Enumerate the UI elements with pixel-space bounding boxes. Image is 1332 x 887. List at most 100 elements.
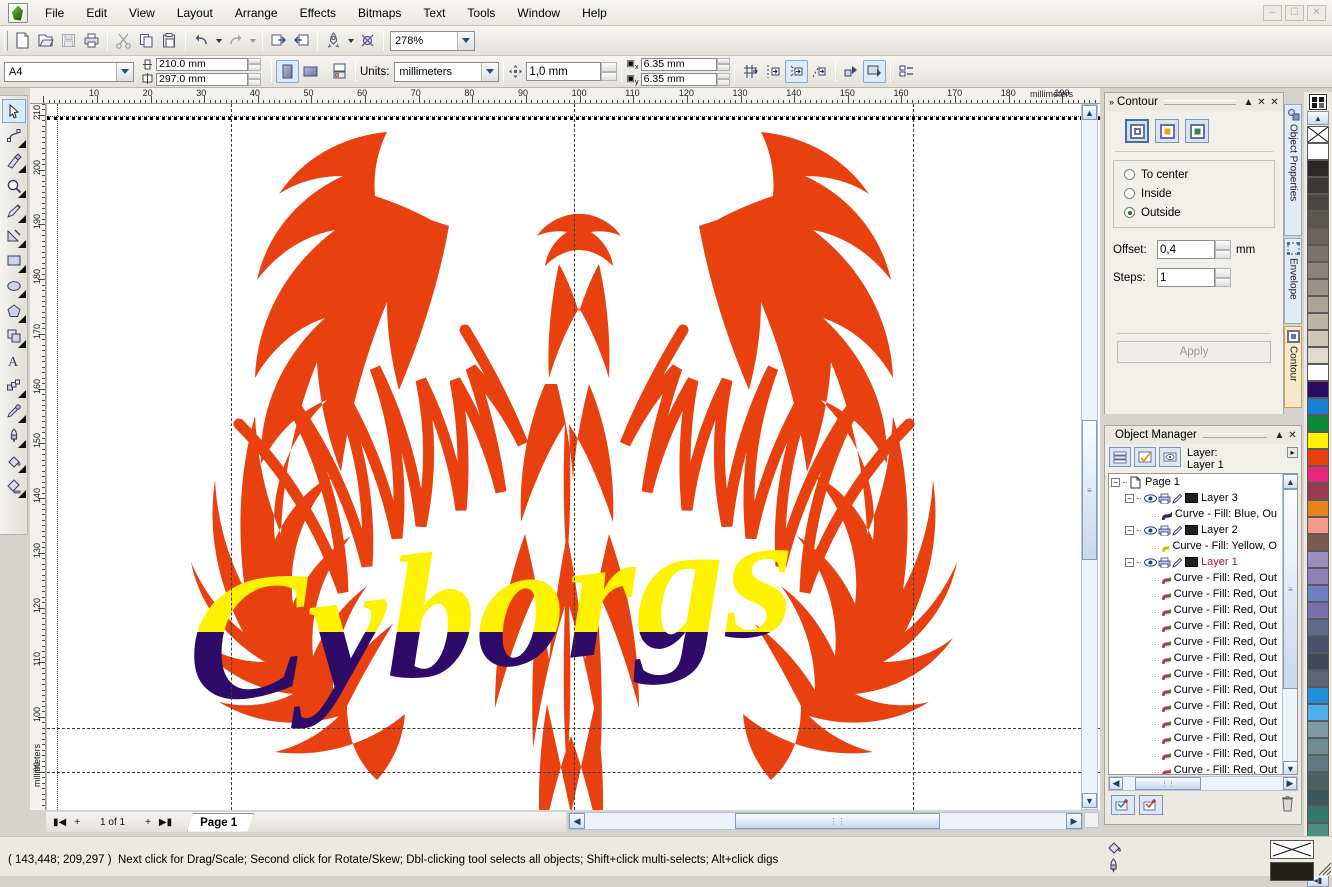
fill-color-swatch[interactable] (1270, 840, 1314, 859)
menu-bitmaps[interactable]: Bitmaps (347, 2, 412, 24)
snap-to-objects-icon[interactable] (784, 60, 808, 83)
palette-swatch[interactable] (1307, 551, 1329, 568)
palette-swatch[interactable] (1307, 398, 1329, 415)
polygon-tool-flyout-icon[interactable] (17, 315, 26, 323)
tree-row-object[interactable]: … Curve - Fill: Red, Out (1109, 682, 1277, 698)
color-palette[interactable]: ▲ ▼ ◂▮ (1304, 92, 1332, 887)
freehand-tool-flyout-icon[interactable] (17, 215, 26, 223)
cut-icon[interactable] (112, 29, 135, 52)
scroll-right-button[interactable]: ▶ (1066, 813, 1082, 829)
palette-swatch[interactable] (1307, 789, 1329, 806)
horizontal-scroll-thumb[interactable]: ⋮⋮ (735, 813, 940, 829)
nudge-offset-spinner[interactable] (601, 62, 618, 81)
polygon-tool[interactable] (2, 299, 26, 323)
restore-button[interactable]: ☐ (1285, 4, 1304, 21)
menu-tools[interactable]: Tools (456, 2, 506, 24)
layer-manager-view-icon[interactable] (1159, 447, 1181, 467)
menu-help[interactable]: Help (571, 2, 618, 24)
to-center-mode-button[interactable] (1125, 119, 1149, 143)
scroll-left-button[interactable]: ◀ (569, 813, 585, 829)
palette-swatch[interactable] (1307, 619, 1329, 636)
vertical-ruler[interactable]: 210 200 190 180 170 160 150 140 130 120 110 100 90 mi… (30, 104, 46, 810)
new-layer-icon[interactable] (1111, 795, 1135, 815)
eyedropper-tool[interactable] (2, 399, 26, 423)
edit-across-layers-icon[interactable] (1134, 447, 1156, 467)
palette-swatch[interactable] (1307, 279, 1329, 296)
paper-type-combo[interactable]: A4 (4, 61, 134, 82)
contour-close-icon[interactable]: ✕ (1255, 96, 1268, 109)
delete-icon[interactable] (1280, 795, 1295, 815)
palette-swatch[interactable] (1307, 653, 1329, 670)
units-combo[interactable]: millimeters (394, 61, 500, 82)
tree-horizontal-scrollbar[interactable]: ◀ ⋮⋮ ▶ (1108, 776, 1298, 791)
crop-tool[interactable] (2, 149, 26, 173)
undo-icon[interactable] (190, 29, 213, 52)
landscape-orientation-button[interactable] (299, 60, 322, 83)
contour-option-to-center[interactable]: To center (1124, 169, 1264, 181)
guideline-horizontal-top[interactable] (47, 116, 1100, 120)
add-page-before-button[interactable]: + (71, 817, 83, 828)
outside-mode-button[interactable] (1185, 119, 1209, 143)
outside-radio[interactable] (1124, 207, 1135, 218)
portrait-orientation-button[interactable] (276, 60, 299, 83)
tree-vertical-scrollbar[interactable]: ▲ ≡ ▼ (1282, 474, 1297, 774)
interactive-fill-tool[interactable] (2, 474, 26, 498)
palette-swatch[interactable] (1307, 517, 1329, 534)
palette-swatch[interactable] (1307, 347, 1329, 364)
horizontal-ruler[interactable]: 10 20 30 40 50 60 70 80 90 100 110 120 130 140 150 160 1… (30, 88, 1100, 104)
to-center-radio[interactable] (1124, 169, 1135, 180)
undo-dropdown-icon[interactable] (213, 29, 224, 52)
menu-file[interactable]: File (34, 2, 75, 24)
outline-tool[interactable] (2, 424, 26, 448)
palette-swatch[interactable] (1307, 585, 1329, 602)
outline-color-swatch[interactable] (1270, 862, 1314, 881)
palette-swatch[interactable] (1307, 449, 1329, 466)
corel-online-icon[interactable] (356, 29, 379, 52)
palette-swatch[interactable] (1307, 415, 1329, 432)
eyedropper-tool-flyout-icon[interactable] (17, 415, 26, 423)
blend-tool[interactable] (2, 374, 26, 398)
docker-drag-handle-icon[interactable]: » (1109, 97, 1114, 107)
vertical-scrollbar[interactable]: ▲ ≡ ▼ (1081, 104, 1098, 810)
object-manager-options-icon[interactable]: ▸ (1287, 447, 1298, 458)
palette-swatch[interactable] (1307, 534, 1329, 551)
export-icon[interactable] (290, 29, 313, 52)
print-icon[interactable] (80, 29, 103, 52)
page-height-spinner[interactable] (248, 72, 261, 86)
palette-swatch[interactable] (1307, 313, 1329, 330)
open-document-icon[interactable] (34, 29, 57, 52)
save-document-icon[interactable] (57, 29, 80, 52)
tree-row-object[interactable]: … Curve - Fill: Red, Out (1109, 698, 1277, 714)
palette-swatch[interactable] (1307, 330, 1329, 347)
treat-as-filled-icon[interactable] (840, 60, 863, 83)
add-page-after-button[interactable]: + (142, 817, 154, 828)
menu-arrange[interactable]: Arrange (224, 2, 289, 24)
palette-swatch[interactable] (1307, 466, 1329, 483)
dynamic-guides-icon[interactable] (808, 60, 831, 83)
object-manager-collapse-icon[interactable]: ▲ (1273, 429, 1286, 442)
smart-fill-tool-flyout-icon[interactable] (17, 240, 26, 248)
toolbar-grip[interactable] (4, 30, 8, 51)
palette-swatch[interactable] (1307, 432, 1329, 449)
fill-tool[interactable] (2, 449, 26, 473)
zoom-level-dropdown-icon[interactable] (457, 31, 474, 50)
palette-swatch[interactable] (1307, 381, 1329, 398)
tree-scroll-up-button[interactable]: ▲ (1283, 474, 1297, 489)
palette-swatch[interactable] (1307, 296, 1329, 313)
vertical-scroll-thumb[interactable]: ≡ (1082, 420, 1097, 560)
layer-color-swatch[interactable] (1185, 557, 1198, 567)
palette-options-icon[interactable] (1309, 94, 1327, 110)
shape-tool[interactable] (2, 124, 26, 148)
snap-to-guidelines-icon[interactable] (762, 60, 785, 83)
menu-effects[interactable]: Effects (289, 2, 347, 24)
palette-swatch[interactable] (1307, 636, 1329, 653)
palette-swatch[interactable] (1307, 483, 1329, 500)
contour-option-outside[interactable]: Outside (1124, 207, 1264, 219)
duplicate-y-spinner[interactable] (716, 72, 730, 86)
tree-row-object[interactable]: … Curve - Fill: Red, Out (1109, 714, 1277, 730)
scroll-up-button[interactable]: ▲ (1082, 105, 1097, 120)
layer-color-swatch[interactable] (1185, 493, 1198, 503)
palette-swatch[interactable] (1307, 500, 1329, 517)
guideline-vertical-center[interactable] (574, 104, 575, 810)
edit-across-layers-icon[interactable] (862, 60, 886, 83)
